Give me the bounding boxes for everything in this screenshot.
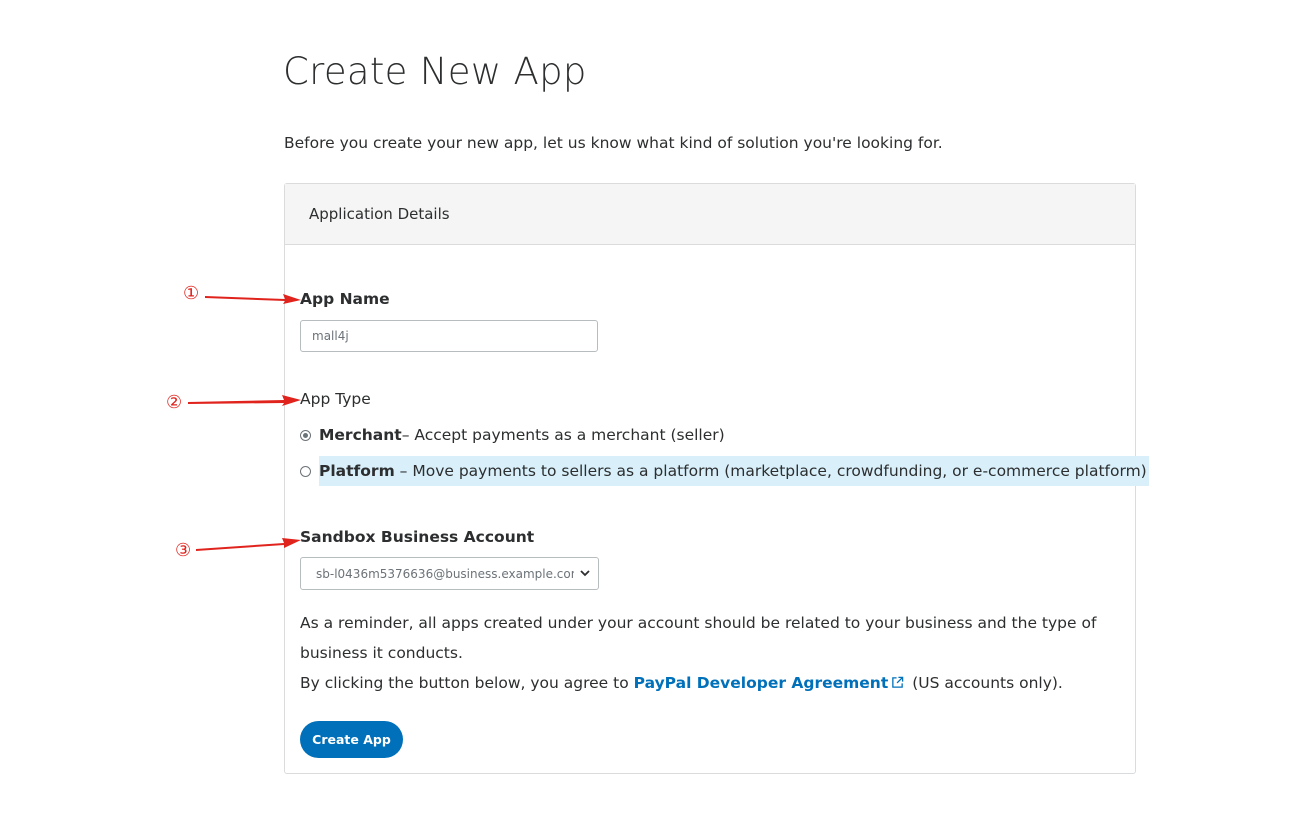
app-type-label: App Type (300, 390, 371, 408)
chevron-down-icon (580, 570, 590, 577)
page-title: Create New App (283, 50, 587, 93)
platform-highlight: Platform – Move payments to sellers as a… (319, 456, 1149, 486)
create-app-button[interactable]: Create App (300, 721, 403, 758)
radio-merchant[interactable] (300, 429, 311, 441)
card-header: Application Details (285, 184, 1135, 245)
app-name-input[interactable] (300, 320, 598, 352)
developer-agreement-link[interactable]: PayPal Developer Agreement (634, 674, 889, 692)
radio-platform[interactable] (300, 465, 311, 477)
annotation-3: ③ (175, 540, 192, 561)
merchant-label: Merchant (319, 426, 402, 444)
agreement-text: By clicking the button below, you agree … (300, 668, 1063, 698)
sandbox-account-value: sb-l0436m5376636@business.example.com (316, 566, 574, 581)
annotation-2: ② (166, 392, 183, 413)
agree-suffix: (US accounts only). (907, 674, 1063, 692)
annotation-arrow-1 (205, 294, 301, 304)
annotation-arrow-2 (188, 395, 301, 406)
create-app-page: Create New App Before you create your ne… (0, 0, 1305, 824)
platform-label: Platform (319, 462, 395, 480)
sandbox-account-label: Sandbox Business Account (300, 528, 535, 546)
platform-desc: – Move payments to sellers as a platform… (394, 462, 1147, 480)
radio-option-merchant[interactable]: Merchant – Accept payments as a merchant… (300, 426, 725, 444)
sandbox-account-select[interactable]: sb-l0436m5376636@business.example.com (300, 557, 599, 590)
annotation-1: ① (183, 283, 200, 304)
merchant-desc: – Accept payments as a merchant (seller) (401, 426, 725, 444)
intro-text: Before you create your new app, let us k… (284, 134, 943, 152)
reminder-text: As a reminder, all apps created under yo… (300, 614, 1097, 662)
agree-prefix: By clicking the button below, you agree … (300, 674, 634, 692)
radio-option-platform[interactable]: Platform – Move payments to sellers as a… (300, 456, 1149, 486)
app-name-label: App Name (300, 290, 390, 308)
annotation-arrow-3 (196, 538, 301, 551)
external-link-icon[interactable] (891, 676, 904, 689)
